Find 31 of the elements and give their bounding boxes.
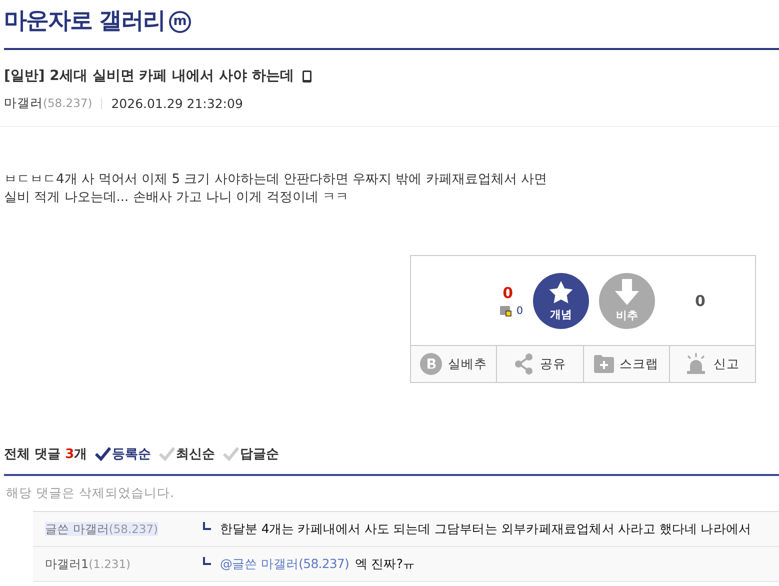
sort-option[interactable]: 등록순 bbox=[95, 445, 152, 463]
post-body-line: 실비 적게 나오는데... 손배사 가고 나니 이게 걱정이네 ㅋㅋ bbox=[4, 189, 350, 207]
minor-gallery-badge: m bbox=[169, 10, 192, 32]
siren-icon bbox=[685, 353, 708, 375]
sort-option[interactable]: 답글순 bbox=[223, 445, 280, 463]
deleted-comment-notice: 해당 댓글은 삭제되었습니다. bbox=[6, 485, 175, 502]
gallery-title[interactable]: 마운자로 갤러리 bbox=[4, 4, 166, 36]
reply-text: 한달분 4개는 카페내에서 사도 되는데 그담부터는 외부카페재료업체서 사라고 했다네 나라에서 bbox=[220, 520, 752, 538]
reply-author[interactable]: 마갤러1(1.231) bbox=[45, 556, 131, 570]
folder-plus-icon bbox=[594, 355, 614, 373]
checkmark-icon bbox=[159, 447, 176, 461]
post-body-line: ㅂㄷㅂㄷ4개 사 먹어서 이제 5 크기 사야하는데 안판다하면 우짜지 밖에 카페재료업체서 사면 bbox=[4, 171, 548, 189]
reply-text: 엑 진짜?ㅠ bbox=[354, 556, 416, 572]
upvote-button[interactable]: 개념 bbox=[533, 272, 589, 328]
star-icon bbox=[548, 280, 574, 304]
downvote-count: 0 bbox=[695, 292, 706, 310]
fixed-nick-icon bbox=[500, 306, 512, 316]
author-name[interactable]: 마갤러(58.237) bbox=[4, 95, 92, 112]
reply-author[interactable]: 글쓴 마갤러(58.237) bbox=[45, 522, 158, 536]
comment-count-title: 전체 댓글 3개 bbox=[4, 446, 88, 463]
fixed-nick-count: 0 bbox=[516, 305, 523, 317]
checkmark-icon bbox=[95, 447, 112, 461]
checkmark-icon bbox=[223, 447, 240, 461]
upvote-count: 0 bbox=[502, 284, 513, 302]
post-title: [일반] 2세대 실비면 카페 내에서 사야 하는데 bbox=[4, 67, 294, 85]
mention-link[interactable]: @글쓴 마갤러(58.237) bbox=[220, 556, 349, 572]
share-icon bbox=[514, 353, 534, 375]
down-arrow-icon bbox=[615, 278, 639, 304]
post-date: 2026.01.29 21:32:09 bbox=[111, 96, 243, 111]
sort-option[interactable]: 최신순 bbox=[159, 445, 216, 463]
b-circle-icon bbox=[420, 353, 442, 375]
